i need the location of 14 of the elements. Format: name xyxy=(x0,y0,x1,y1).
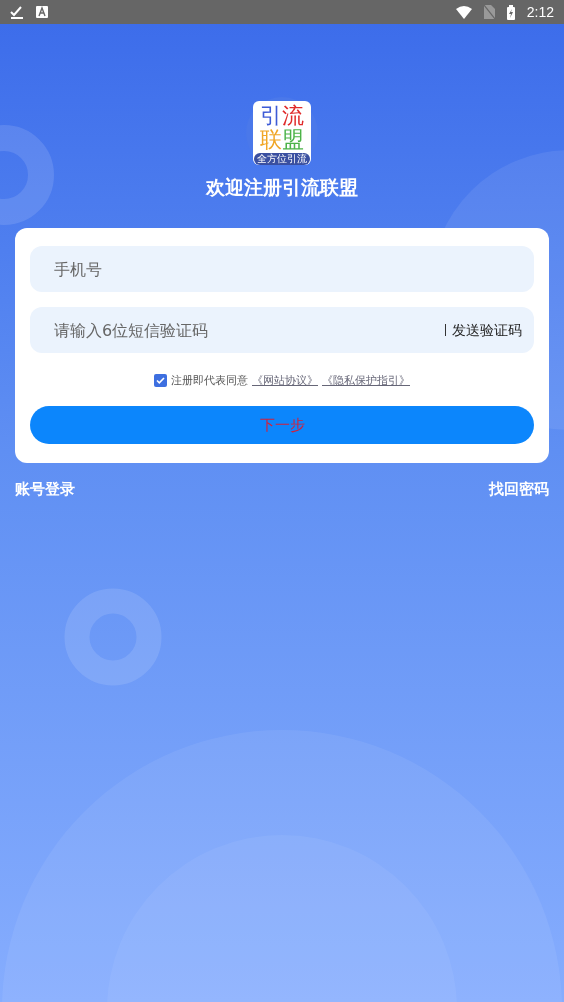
welcome-title: 欢迎注册引流联盟 xyxy=(204,175,359,200)
agreement-text: 注册即代表同意 xyxy=(171,373,248,388)
agreement-link[interactable]: 《网站协议》 xyxy=(252,373,318,388)
agreement-link[interactable]: 《隐私保护指引》 xyxy=(322,373,410,388)
phone-field[interactable]: 手机号 xyxy=(30,246,534,292)
no-sim-icon xyxy=(483,5,495,19)
keyboard-icon xyxy=(36,6,48,18)
send-code-button[interactable]: 发送验证码 xyxy=(445,324,522,336)
battery-icon xyxy=(506,4,515,20)
app-logo: 引流 联盟 全方位引流 xyxy=(246,97,318,169)
agreement-checkbox[interactable] xyxy=(154,374,167,387)
download-done-icon xyxy=(10,5,24,19)
wifi-icon xyxy=(455,5,472,19)
status-time: 2:12 xyxy=(526,4,554,20)
